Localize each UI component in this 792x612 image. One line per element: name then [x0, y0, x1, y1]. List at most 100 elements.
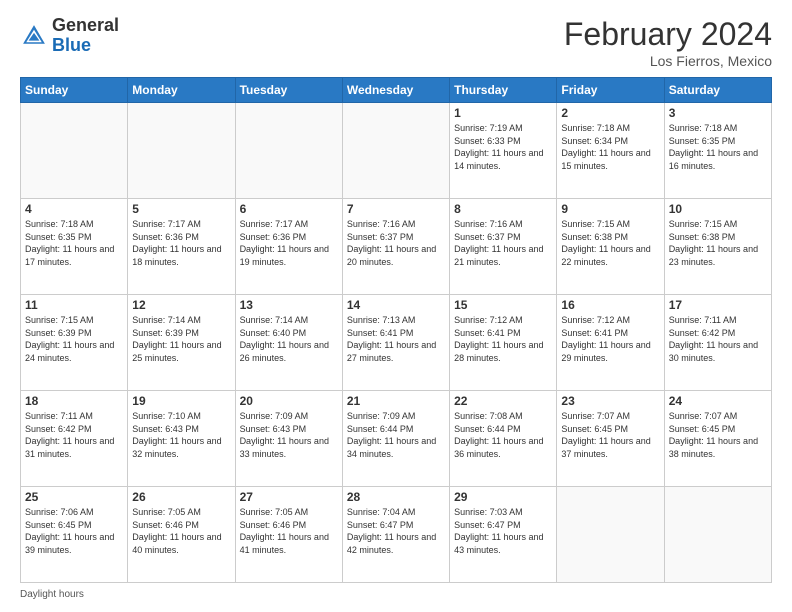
logo-icon — [20, 22, 48, 50]
day-number: 23 — [561, 394, 659, 408]
day-cell: 23 Sunrise: 7:07 AMSunset: 6:45 PMDayligh… — [557, 391, 664, 487]
day-number: 7 — [347, 202, 445, 216]
day-cell: 12 Sunrise: 7:14 AMSunset: 6:39 PMDayligh… — [128, 295, 235, 391]
day-number: 26 — [132, 490, 230, 504]
day-cell: 20Sunrise: 7:09 AMSunset: 6:43 PMDayligh… — [235, 391, 342, 487]
day-info: Sunrise: 7:13 AMSunset: 6:41 PMDaylight:… — [347, 314, 445, 364]
day-info: Sunrise: 7:10 AMSunset: 6:43 PMDaylight:… — [132, 410, 230, 460]
day-info: Sunrise: 7:15 AMSunset: 6:38 PMDaylight:… — [669, 218, 767, 268]
day-info: Sunrise: 7:03 AMSunset: 6:47 PMDaylight:… — [454, 506, 552, 556]
day-number: 4 — [25, 202, 123, 216]
day-cell: 8 Sunrise: 7:16 AMSunset: 6:37 PMDaylight… — [450, 199, 557, 295]
day-info: Sunrise: 7:17 AMSunset: 6:36 PMDaylight:… — [132, 218, 230, 268]
day-cell: 4 Sunrise: 7:18 AMSunset: 6:35 PMDaylight… — [21, 199, 128, 295]
day-cell: 19 Sunrise: 7:10 AMSunset: 6:43 PMDayligh… — [128, 391, 235, 487]
day-cell — [342, 103, 449, 199]
day-number: 24 — [669, 394, 767, 408]
header-tuesday: Tuesday — [235, 78, 342, 103]
day-number: 9 — [561, 202, 659, 216]
header-wednesday: Wednesday — [342, 78, 449, 103]
day-number: 25 — [25, 490, 123, 504]
day-number: 16 — [561, 298, 659, 312]
day-info: Sunrise: 7:16 AMSunset: 6:37 PMDaylight:… — [347, 218, 445, 268]
week-row-2: 4 Sunrise: 7:18 AMSunset: 6:35 PMDaylight… — [21, 199, 772, 295]
day-cell: 18 Sunrise: 7:11 AMSunset: 6:42 PMDayligh… — [21, 391, 128, 487]
day-cell: 5 Sunrise: 7:17 AMSunset: 6:36 PMDaylight… — [128, 199, 235, 295]
day-cell: 15 Sunrise: 7:12 AMSunset: 6:41 PMDayligh… — [450, 295, 557, 391]
day-info: Sunrise: 7:14 AMSunset: 6:40 PMDaylight:… — [240, 314, 338, 364]
day-number: 11 — [25, 298, 123, 312]
logo-text: General Blue — [52, 16, 119, 56]
day-info: Sunrise: 7:17 AMSunset: 6:36 PMDaylight:… — [240, 218, 338, 268]
day-cell: 6Sunrise: 7:17 AMSunset: 6:36 PMDaylight… — [235, 199, 342, 295]
header-sunday: Sunday — [21, 78, 128, 103]
title-block: February 2024 Los Fierros, Mexico — [564, 16, 772, 69]
week-row-3: 11 Sunrise: 7:15 AMSunset: 6:39 PMDayligh… — [21, 295, 772, 391]
calendar-header-row: SundayMondayTuesdayWednesdayThursdayFrid… — [21, 78, 772, 103]
day-info: Sunrise: 7:09 AMSunset: 6:44 PMDaylight:… — [347, 410, 445, 460]
header: General Blue February 2024 Los Fierros, … — [20, 16, 772, 69]
day-number: 1 — [454, 106, 552, 120]
day-number: 13 — [240, 298, 338, 312]
day-cell: 25 Sunrise: 7:06 AMSunset: 6:45 PMDayligh… — [21, 487, 128, 583]
day-number: 2 — [561, 106, 659, 120]
header-monday: Monday — [128, 78, 235, 103]
day-number: 15 — [454, 298, 552, 312]
day-info: Sunrise: 7:04 AMSunset: 6:47 PMDaylight:… — [347, 506, 445, 556]
day-number: 5 — [132, 202, 230, 216]
day-number: 8 — [454, 202, 552, 216]
day-number: 21 — [347, 394, 445, 408]
day-cell — [557, 487, 664, 583]
day-info: Sunrise: 7:18 AMSunset: 6:35 PMDaylight:… — [25, 218, 123, 268]
day-number: 29 — [454, 490, 552, 504]
day-cell: 1Sunrise: 7:19 AMSunset: 6:33 PMDaylight… — [450, 103, 557, 199]
footer: Daylight hours — [20, 589, 772, 600]
day-number: 19 — [132, 394, 230, 408]
day-cell — [21, 103, 128, 199]
day-info: Sunrise: 7:12 AMSunset: 6:41 PMDaylight:… — [561, 314, 659, 364]
day-info: Sunrise: 7:05 AMSunset: 6:46 PMDaylight:… — [132, 506, 230, 556]
week-row-4: 18 Sunrise: 7:11 AMSunset: 6:42 PMDayligh… — [21, 391, 772, 487]
location: Los Fierros, Mexico — [564, 53, 772, 69]
day-number: 27 — [240, 490, 338, 504]
day-cell: 13 Sunrise: 7:14 AMSunset: 6:40 PMDayligh… — [235, 295, 342, 391]
logo-general: General — [52, 16, 119, 36]
day-info: Sunrise: 7:16 AMSunset: 6:37 PMDaylight:… — [454, 218, 552, 268]
day-number: 12 — [132, 298, 230, 312]
day-info: Sunrise: 7:11 AMSunset: 6:42 PMDaylight:… — [25, 410, 123, 460]
month-year: February 2024 — [564, 16, 772, 53]
day-cell: 3Sunrise: 7:18 AMSunset: 6:35 PMDaylight… — [664, 103, 771, 199]
day-number: 20 — [240, 394, 338, 408]
day-info: Sunrise: 7:11 AMSunset: 6:42 PMDaylight:… — [669, 314, 767, 364]
day-number: 17 — [669, 298, 767, 312]
logo: General Blue — [20, 16, 119, 56]
day-info: Sunrise: 7:15 AMSunset: 6:39 PMDaylight:… — [25, 314, 123, 364]
day-info: Sunrise: 7:07 AMSunset: 6:45 PMDaylight:… — [669, 410, 767, 460]
header-saturday: Saturday — [664, 78, 771, 103]
day-cell: 16 Sunrise: 7:12 AMSunset: 6:41 PMDayligh… — [557, 295, 664, 391]
day-info: Sunrise: 7:08 AMSunset: 6:44 PMDaylight:… — [454, 410, 552, 460]
day-info: Sunrise: 7:18 AMSunset: 6:34 PMDaylight:… — [561, 122, 659, 172]
day-info: Sunrise: 7:07 AMSunset: 6:45 PMDaylight:… — [561, 410, 659, 460]
logo-blue: Blue — [52, 36, 119, 56]
week-row-5: 25 Sunrise: 7:06 AMSunset: 6:45 PMDayligh… — [21, 487, 772, 583]
day-cell: 29 Sunrise: 7:03 AMSunset: 6:47 PMDayligh… — [450, 487, 557, 583]
day-info: Sunrise: 7:14 AMSunset: 6:39 PMDaylight:… — [132, 314, 230, 364]
day-cell: 10Sunrise: 7:15 AMSunset: 6:38 PMDayligh… — [664, 199, 771, 295]
day-number: 28 — [347, 490, 445, 504]
day-number: 3 — [669, 106, 767, 120]
day-cell — [235, 103, 342, 199]
day-info: Sunrise: 7:12 AMSunset: 6:41 PMDaylight:… — [454, 314, 552, 364]
day-cell: 11 Sunrise: 7:15 AMSunset: 6:39 PMDayligh… — [21, 295, 128, 391]
day-cell: 21 Sunrise: 7:09 AMSunset: 6:44 PMDayligh… — [342, 391, 449, 487]
day-cell: 27Sunrise: 7:05 AMSunset: 6:46 PMDayligh… — [235, 487, 342, 583]
day-cell: 17 Sunrise: 7:11 AMSunset: 6:42 PMDayligh… — [664, 295, 771, 391]
page: General Blue February 2024 Los Fierros, … — [0, 0, 792, 612]
day-cell — [664, 487, 771, 583]
day-info: Sunrise: 7:15 AMSunset: 6:38 PMDaylight:… — [561, 218, 659, 268]
day-number: 22 — [454, 394, 552, 408]
day-number: 18 — [25, 394, 123, 408]
day-info: Sunrise: 7:06 AMSunset: 6:45 PMDaylight:… — [25, 506, 123, 556]
header-thursday: Thursday — [450, 78, 557, 103]
day-number: 14 — [347, 298, 445, 312]
